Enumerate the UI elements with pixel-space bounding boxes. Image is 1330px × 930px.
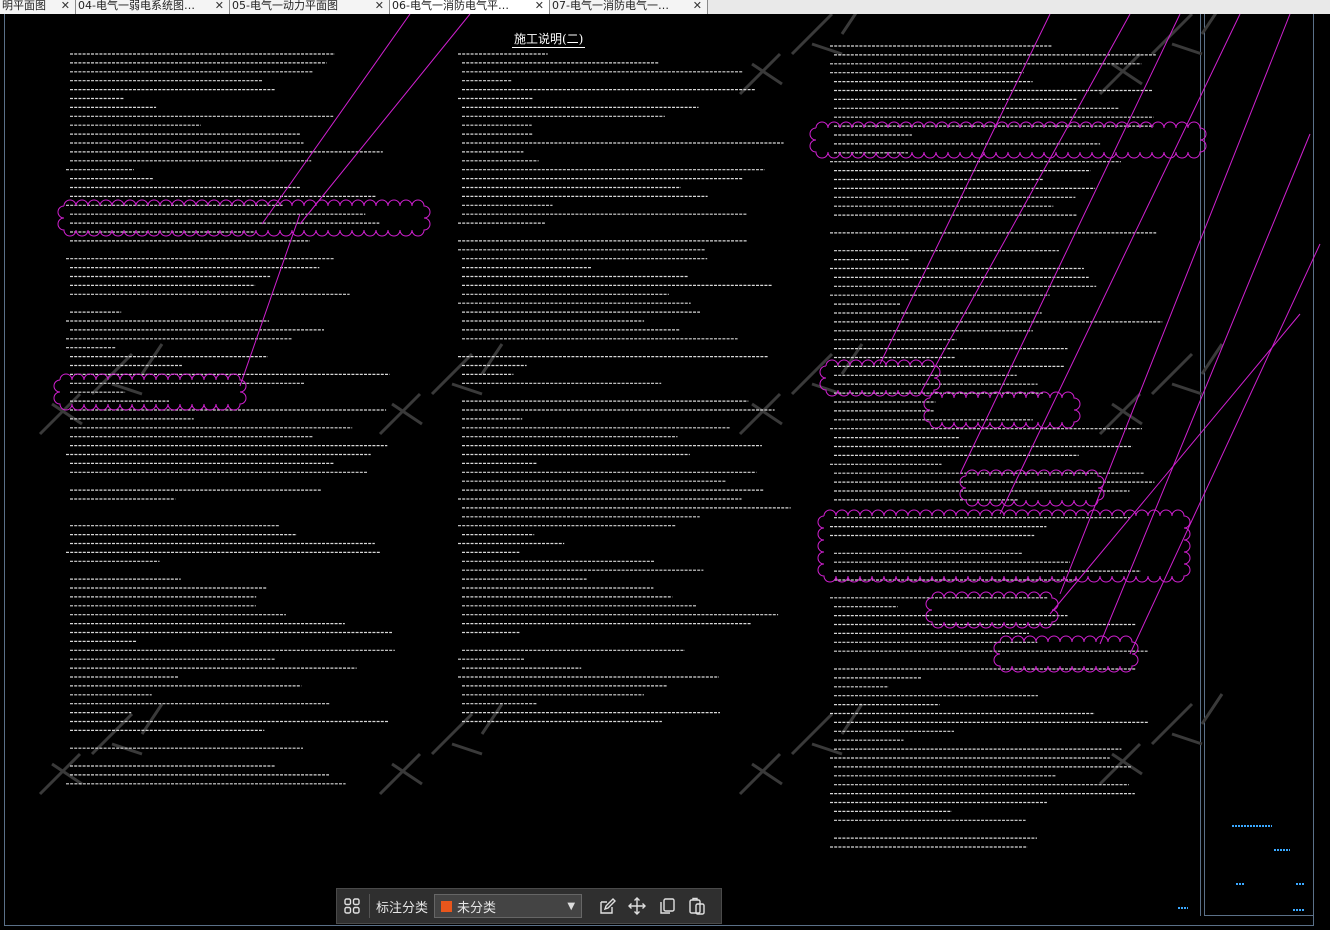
revision-cloud xyxy=(993,635,1139,673)
close-icon[interactable]: ✕ xyxy=(215,0,224,12)
drawing-title: 施工说明(二) xyxy=(512,32,586,48)
paste-icon[interactable] xyxy=(682,891,712,921)
watermark-mark xyxy=(1098,693,1224,786)
markup-leader-line xyxy=(1129,243,1321,655)
drawing-content xyxy=(38,14,1321,911)
grid-icon[interactable] xyxy=(337,891,367,921)
close-icon[interactable]: ✕ xyxy=(693,0,702,12)
tab-label: 明平面图 xyxy=(2,0,46,12)
watermark-mark xyxy=(38,703,164,796)
watermark-mark xyxy=(1098,343,1224,436)
markup-leader-line xyxy=(299,14,471,225)
toolbar-separator xyxy=(369,894,370,918)
watermark-mark xyxy=(378,343,504,436)
revision-cloud xyxy=(959,469,1105,507)
edit-icon[interactable] xyxy=(592,891,622,921)
annotation-category-label: 标注分类 xyxy=(376,900,429,916)
tab-label: 05-电气一动力平面图 xyxy=(232,0,338,12)
markup-leader-line xyxy=(1059,14,1291,595)
title-block-marks xyxy=(1178,825,1305,911)
tab-lighting-plan[interactable]: 明平面图 ✕ xyxy=(0,0,76,14)
category-value: 未分类 xyxy=(457,900,497,916)
close-icon[interactable]: ✕ xyxy=(375,0,384,12)
tab-weak-current-system[interactable]: 04-电气一弱电系统图… ✕ xyxy=(76,0,230,14)
markup-leader-line xyxy=(879,14,1051,365)
markup-leader-line xyxy=(1099,133,1311,645)
revision-cloud xyxy=(923,391,1081,429)
close-icon[interactable]: ✕ xyxy=(61,0,70,12)
drawing-canvas[interactable]: 施工说明(二) xyxy=(0,14,1330,930)
markup-leader-line xyxy=(999,14,1241,515)
markup-leader-line xyxy=(261,14,411,225)
tab-fire-electrical-plan[interactable]: 06-电气一消防电气平… ✕ xyxy=(390,0,550,14)
markup-leader-line xyxy=(959,14,1181,475)
tab-power-plan[interactable]: 05-电气一动力平面图 ✕ xyxy=(230,0,390,14)
tab-label: 07-电气一消防电气一… xyxy=(552,0,669,12)
tab-label: 06-电气一消防电气平… xyxy=(392,0,509,12)
annotation-toolbar: 标注分类 未分类 ▼ xyxy=(336,888,722,924)
markup-leader-line xyxy=(1049,313,1301,615)
move-icon[interactable] xyxy=(622,891,652,921)
close-icon[interactable]: ✕ xyxy=(535,0,544,12)
annotation-category-select[interactable]: 未分类 ▼ xyxy=(434,894,583,918)
chevron-down-icon: ▼ xyxy=(567,900,576,912)
watermark-mark xyxy=(378,703,504,796)
tab-label: 04-电气一弱电系统图… xyxy=(78,0,195,12)
watermark-mark xyxy=(38,343,164,436)
document-tab-bar: 明平面图 ✕ 04-电气一弱电系统图… ✕ 05-电气一动力平面图 ✕ 06-电… xyxy=(0,0,1330,15)
copy-icon[interactable] xyxy=(652,891,682,921)
markup-clouds xyxy=(53,14,1321,673)
tab-fire-electrical-2[interactable]: 07-电气一消防电气一… ✕ xyxy=(550,0,708,14)
specification-text-lines xyxy=(66,45,1163,848)
markup-leader-line xyxy=(239,213,301,387)
category-color-swatch xyxy=(441,900,453,912)
